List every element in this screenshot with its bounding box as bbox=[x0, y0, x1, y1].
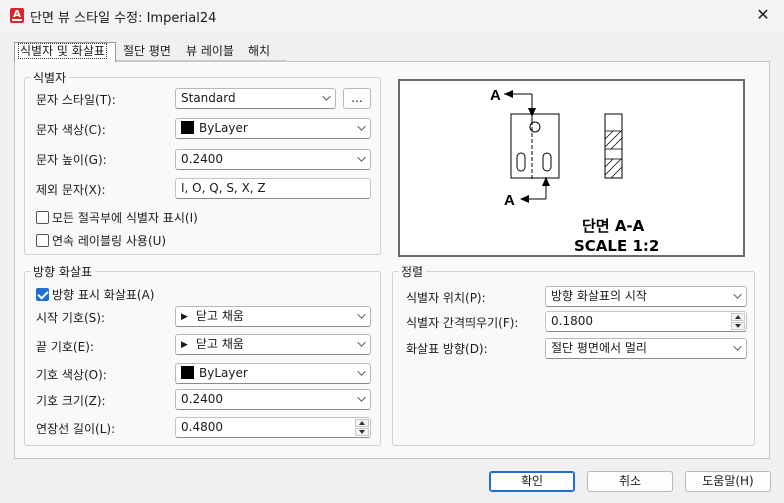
identifier-position-value: 방향 화살표의 시작 bbox=[551, 289, 647, 303]
symbol-color-label: 기호 색상(O): bbox=[36, 368, 107, 382]
arrow-group-title: 방향 화살표 bbox=[30, 263, 96, 280]
chevron-down-icon bbox=[357, 122, 366, 131]
help-button[interactable]: 도움말(H) bbox=[685, 471, 771, 492]
preview-slot bbox=[516, 152, 526, 172]
identifier-offset-label: 식별자 간격띄우기(F): bbox=[406, 316, 519, 330]
symbol-color-dropdown[interactable]: ByLayer bbox=[175, 363, 371, 384]
identifier-group-title: 식별자 bbox=[30, 69, 70, 86]
text-color-value: ByLayer bbox=[199, 121, 248, 135]
preview-part-outline bbox=[510, 113, 560, 179]
end-symbol-value: 닫고 채움 bbox=[195, 337, 244, 351]
preview-scale-text: SCALE 1:2 bbox=[574, 237, 659, 255]
symbol-size-value: 0.2400 bbox=[181, 392, 223, 406]
text-style-browse-button[interactable]: ... bbox=[343, 88, 371, 109]
ok-button[interactable]: 확인 bbox=[489, 471, 575, 492]
show-all-bends-checkbox[interactable] bbox=[36, 211, 49, 224]
preview-label-top: A bbox=[490, 87, 501, 104]
spin-up-icon[interactable] bbox=[731, 313, 745, 321]
preview-label-bottom: A bbox=[504, 192, 515, 209]
end-symbol-label: 끝 기호(E): bbox=[36, 340, 94, 354]
text-height-value: 0.2400 bbox=[181, 152, 223, 166]
chevron-down-icon bbox=[357, 153, 366, 162]
tab-identifier-arrows[interactable]: 식별자 및 화살표 bbox=[14, 42, 116, 62]
extension-length-value: 0.4800 bbox=[181, 420, 223, 434]
arrow-direction-dropdown[interactable]: 절단 평면에서 멀리 bbox=[545, 338, 747, 359]
identifier-offset-value: 0.1800 bbox=[551, 314, 593, 328]
text-style-value: Standard bbox=[181, 91, 236, 105]
spin-up-icon[interactable] bbox=[355, 419, 369, 427]
chevron-down-icon bbox=[357, 367, 366, 376]
text-color-label: 문자 색상(C): bbox=[36, 123, 106, 137]
start-symbol-dropdown[interactable]: ▶ 닫고 채움 bbox=[175, 306, 371, 327]
text-color-dropdown[interactable]: ByLayer bbox=[175, 118, 371, 139]
text-height-dropdown[interactable]: 0.2400 bbox=[175, 149, 371, 170]
continuous-labeling-label: 연속 레이블링 사용(U) bbox=[52, 234, 167, 248]
start-symbol-value: 닫고 채움 bbox=[195, 309, 244, 323]
chevron-down-icon bbox=[357, 338, 366, 347]
start-symbol-label: 시작 기호(S): bbox=[36, 311, 105, 325]
filled-arrow-icon: ▶ bbox=[181, 312, 188, 322]
preview-arrow-head bbox=[504, 90, 513, 98]
identifier-position-label: 식별자 위치(P): bbox=[406, 291, 486, 305]
preview-slot bbox=[542, 152, 552, 172]
alignment-group-title: 정렬 bbox=[398, 263, 427, 280]
identifier-offset-stepper[interactable]: 0.1800 bbox=[545, 311, 747, 332]
tab-cutting-plane[interactable]: 절단 평면 bbox=[120, 43, 174, 61]
chevron-down-icon bbox=[357, 310, 366, 319]
text-style-label: 문자 스타일(T): bbox=[36, 93, 116, 107]
preview-arrow-head bbox=[528, 108, 536, 117]
preview-pane: A A 단면 A-A SCALE 1:2 bbox=[398, 79, 745, 257]
exclude-chars-label: 제외 문자(X): bbox=[36, 183, 106, 197]
identifier-position-dropdown[interactable]: 방향 화살표의 시작 bbox=[545, 286, 747, 307]
filled-arrow-icon: ▶ bbox=[181, 340, 188, 350]
preview-arrow-head bbox=[520, 195, 529, 203]
window-title: 단면 뷰 스타일 수정: Imperial24 bbox=[30, 11, 217, 26]
color-swatch bbox=[181, 366, 194, 379]
color-swatch bbox=[181, 121, 194, 134]
text-style-dropdown[interactable]: Standard bbox=[175, 88, 336, 109]
cancel-button[interactable]: 취소 bbox=[587, 471, 673, 492]
symbol-size-dropdown[interactable]: 0.2400 bbox=[175, 389, 371, 410]
continuous-labeling-checkbox[interactable] bbox=[36, 234, 49, 247]
end-symbol-dropdown[interactable]: ▶ 닫고 채움 bbox=[175, 334, 371, 355]
arrow-direction-label: 화살표 방향(D): bbox=[406, 342, 488, 356]
chevron-down-icon bbox=[357, 393, 366, 402]
symbol-color-value: ByLayer bbox=[199, 366, 248, 380]
extension-length-stepper[interactable]: 0.4800 bbox=[175, 417, 371, 438]
preview-section-hatch bbox=[604, 130, 623, 179]
preview-section-title: 단면 A-A bbox=[582, 217, 645, 235]
symbol-size-label: 기호 크기(Z): bbox=[36, 394, 106, 408]
spin-down-icon[interactable] bbox=[731, 322, 745, 330]
spin-down-icon[interactable] bbox=[355, 428, 369, 436]
text-height-label: 문자 높이(G): bbox=[36, 153, 107, 167]
chevron-down-icon bbox=[733, 342, 742, 351]
show-arrows-checkbox[interactable] bbox=[36, 288, 49, 301]
tab-view-label[interactable]: 뷰 레이블 bbox=[183, 43, 237, 61]
section-view-preview-drawing: A A 단면 A-A SCALE 1:2 bbox=[490, 87, 659, 255]
tab-label: 식별자 및 화살표 bbox=[18, 43, 107, 59]
show-arrows-label: 방향 표시 화살표(A) bbox=[52, 288, 155, 302]
tab-hatch[interactable]: 해치 bbox=[245, 43, 273, 61]
exclude-chars-input[interactable]: I, O, Q, S, X, Z bbox=[175, 178, 371, 199]
chevron-down-icon bbox=[322, 92, 331, 101]
extension-length-label: 연장선 길이(L): bbox=[36, 422, 116, 436]
autocad-app-icon: A bbox=[10, 8, 24, 23]
close-icon[interactable]: ✕ bbox=[748, 4, 778, 28]
arrow-direction-value: 절단 평면에서 멀리 bbox=[551, 341, 647, 355]
chevron-down-icon bbox=[733, 290, 742, 299]
show-all-bends-label: 모든 절곡부에 식별자 표시(I) bbox=[52, 211, 198, 225]
